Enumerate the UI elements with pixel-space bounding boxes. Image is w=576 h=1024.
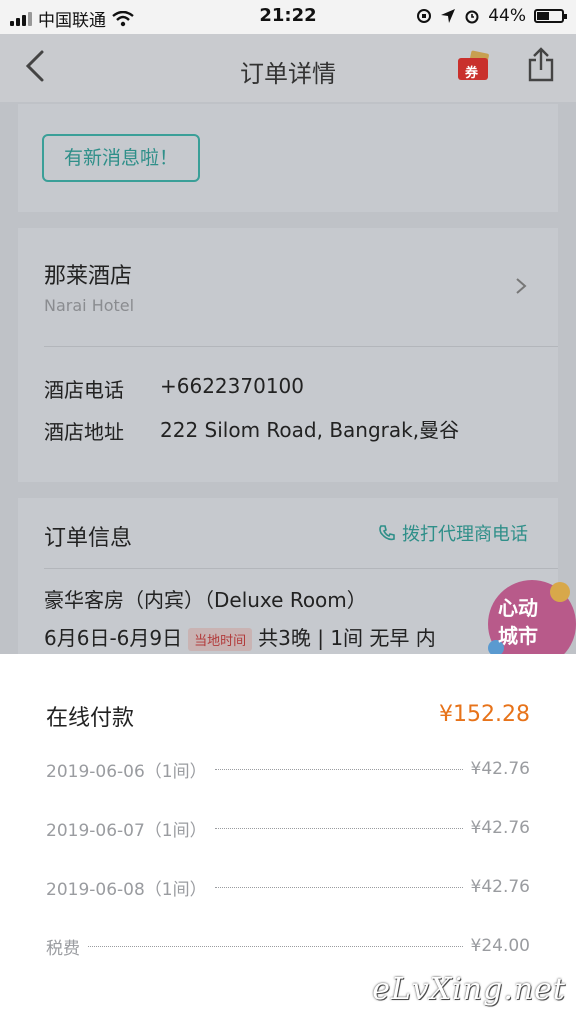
hotel-address-value: 222 Silom Road, Bangrak,曼谷 [160, 418, 460, 442]
status-bar: 中国联通 21:22 44% [0, 0, 576, 34]
dotted-leader [214, 768, 463, 770]
dotted-leader [214, 827, 463, 829]
hotel-phone-value[interactable]: +6622370100 [160, 374, 304, 398]
coupon-icon[interactable]: 券 [456, 50, 492, 82]
price-line-item: 2019-06-06（1间） ¥42.76 [46, 757, 530, 782]
divider [44, 346, 558, 347]
watermark: eLvXing.net [372, 972, 566, 1007]
promo-line1: 心动 [498, 596, 538, 620]
hotel-address-label: 酒店地址 [44, 420, 124, 444]
line-item-label: 2019-06-08（1间） [46, 879, 207, 900]
payment-total: ¥152.28 [439, 702, 530, 727]
battery-icon [534, 9, 567, 23]
line-item-amount: ¥24.00 [470, 936, 530, 956]
price-line-item: 2019-06-08（1间） ¥42.76 [46, 875, 530, 900]
hotel-phone-label: 酒店电话 [44, 378, 124, 402]
stay-summary: 共3晚 | 1间 无早 内 [258, 626, 436, 650]
room-type: 豪华客房（内宾）（Deluxe Room） [44, 588, 367, 612]
battery-percent: 44% [488, 6, 526, 26]
local-time-badge: 当地时间 [188, 628, 253, 651]
dotted-leader [214, 886, 463, 888]
payment-sheet: 在线付款 ¥152.28 2019-06-06（1间） ¥42.76 2019-… [0, 654, 576, 1024]
line-item-amount: ¥42.76 [470, 759, 530, 779]
coupon-label: 券 [465, 66, 479, 81]
call-agent-link[interactable]: 拨打代理商电话 [402, 520, 528, 546]
status-right: 44% [416, 6, 567, 26]
nav-bar: 订单详情 券 [0, 34, 576, 102]
divider [44, 568, 558, 569]
price-line-item: 税费 ¥24.00 [46, 934, 530, 959]
promo-badge[interactable]: 心动 城市 [474, 578, 576, 668]
stay-dates: 6月6日-6月9日 [44, 626, 183, 650]
line-item-label: 2019-06-06（1间） [46, 761, 207, 782]
line-item-label: 税费 [46, 938, 80, 959]
hotel-card: 那莱酒店 Narai Hotel 酒店电话 +6622370100 酒店地址 2… [18, 228, 558, 482]
line-item-amount: ¥42.76 [470, 818, 530, 838]
order-info-title: 订单信息 [44, 526, 133, 551]
phone-icon[interactable] [378, 524, 396, 542]
alarm-icon [465, 10, 479, 24]
orientation-lock-icon [417, 9, 432, 23]
stay-details: 6月6日-6月9日 当地时间 共3晚 | 1间 无早 内 [44, 622, 436, 651]
new-message-button[interactable]: 有新消息啦！ [42, 134, 200, 182]
payment-title: 在线付款 [46, 706, 135, 731]
location-icon [441, 9, 456, 23]
share-icon[interactable] [526, 46, 556, 82]
dotted-leader [88, 945, 463, 947]
promo-line2: 城市 [498, 624, 538, 648]
line-item-label: 2019-06-07（1间） [46, 820, 207, 841]
line-item-amount: ¥42.76 [470, 877, 530, 897]
hotel-name: 那莱酒店 [44, 264, 133, 289]
chevron-right-icon [516, 278, 527, 294]
hotel-name-en: Narai Hotel [44, 296, 135, 315]
message-card: 有新消息啦！ [18, 104, 558, 212]
price-line-item: 2019-06-07（1间） ¥42.76 [46, 816, 530, 841]
